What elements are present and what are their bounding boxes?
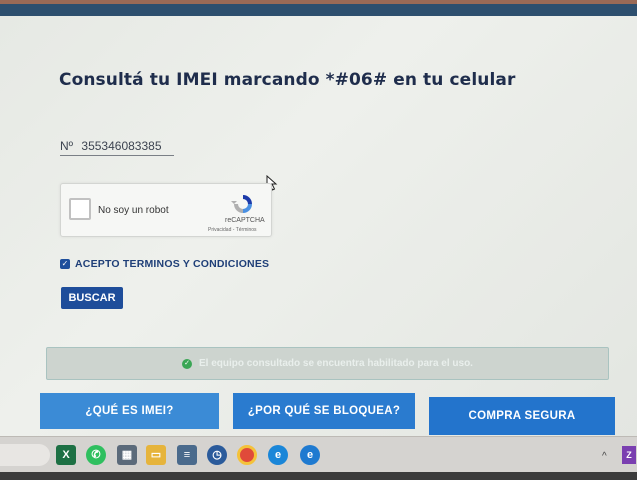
imei-prefix: Nº bbox=[60, 139, 74, 153]
tray-chevron-icon[interactable]: ^ bbox=[602, 451, 607, 462]
what-is-imei-button[interactable]: ¿QUÉ ES IMEI? bbox=[40, 393, 219, 429]
whatsapp-icon[interactable]: ✆ bbox=[86, 445, 106, 465]
status-message-banner: ✓ El equipo consultado se encuentra habi… bbox=[46, 347, 609, 380]
windows-taskbar: X ✆ ▦ ▭ ≡ ◷ e e ^ Z bbox=[0, 436, 637, 472]
taskbar-search[interactable] bbox=[0, 444, 50, 466]
folder-icon[interactable]: ▭ bbox=[146, 445, 166, 465]
monitor-top-bezel bbox=[0, 0, 637, 16]
check-circle-icon: ✓ bbox=[182, 358, 193, 369]
edge-icon-2[interactable]: e bbox=[300, 445, 320, 465]
recaptcha-logo-icon bbox=[231, 195, 252, 213]
captcha-brand: reCAPTCHA bbox=[225, 217, 265, 224]
safe-purchase-button[interactable]: COMPRA SEGURA bbox=[429, 397, 615, 435]
excel-icon[interactable]: X bbox=[56, 445, 76, 465]
imei-value: 355346083385 bbox=[81, 139, 162, 153]
status-message: El equipo consultado se encuentra habili… bbox=[199, 358, 473, 369]
captcha-checkbox[interactable] bbox=[69, 198, 91, 220]
why-blocked-button[interactable]: ¿POR QUÉ SE BLOQUEA? bbox=[233, 393, 415, 429]
terms-checkbox[interactable]: ✓ bbox=[60, 259, 70, 269]
tray-app-icon[interactable]: Z bbox=[622, 446, 636, 464]
chrome-icon[interactable] bbox=[237, 445, 257, 465]
calculator-icon[interactable]: ▦ bbox=[117, 445, 137, 465]
edge-icon[interactable]: e bbox=[268, 445, 288, 465]
search-button[interactable]: BUSCAR bbox=[61, 287, 123, 309]
captcha-label: No soy un robot bbox=[98, 205, 169, 216]
recaptcha-widget: No soy un robot reCAPTCHA Privacidad - T… bbox=[60, 183, 272, 237]
imei-input[interactable]: Nº 355346083385 bbox=[60, 136, 174, 156]
captcha-links[interactable]: Privacidad - Términos bbox=[208, 227, 257, 233]
terms-label: ACEPTO TERMINOS Y CONDICIONES bbox=[75, 258, 270, 270]
clock-icon[interactable]: ◷ bbox=[207, 445, 227, 465]
page-title: Consultá tu IMEI marcando *#06# en tu ce… bbox=[59, 70, 516, 90]
monitor-bottom-bezel bbox=[0, 472, 637, 480]
notepad-icon[interactable]: ≡ bbox=[177, 445, 197, 465]
terms-checkbox-row[interactable]: ✓ ACEPTO TERMINOS Y CONDICIONES bbox=[60, 258, 269, 270]
